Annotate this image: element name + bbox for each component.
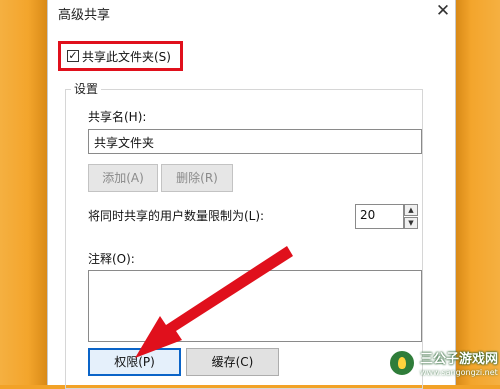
- permissions-button[interactable]: 权限(P): [88, 348, 181, 376]
- watermark: 三公子游戏网 www.sangongzi.net: [388, 347, 499, 383]
- watermark-name: 三公子游戏网: [420, 352, 499, 367]
- share-folder-checkbox[interactable]: ✓: [67, 50, 79, 62]
- title-bar: 高级共享 ✕: [48, 0, 455, 26]
- comment-textarea[interactable]: [88, 270, 422, 342]
- watermark-logo-icon: [388, 349, 416, 377]
- remove-button[interactable]: 删除(R): [161, 164, 233, 192]
- close-icon[interactable]: ✕: [431, 0, 455, 24]
- user-limit-stepper[interactable]: 20 ▲ ▼: [355, 204, 418, 229]
- stepper-up-icon[interactable]: ▲: [404, 204, 418, 216]
- user-limit-field[interactable]: 20: [355, 204, 404, 229]
- stepper-down-icon[interactable]: ▼: [404, 217, 418, 229]
- dialog-title: 高级共享: [58, 8, 111, 23]
- watermark-url: www.sangongzi.net: [420, 368, 498, 377]
- share-name-label: 共享名(H):: [88, 110, 147, 124]
- comment-label: 注释(O):: [88, 252, 135, 266]
- share-folder-label[interactable]: 共享此文件夹(S): [82, 48, 171, 65]
- share-name-input[interactable]: 共享文件夹: [88, 129, 422, 154]
- advanced-sharing-dialog: 高级共享 ✕ ✓ 共享此文件夹(S) 设置 共享名(H): 共享文件夹 添加(A…: [47, 0, 456, 389]
- share-folder-highlight: ✓ 共享此文件夹(S): [58, 41, 183, 71]
- desktop-background-right: [456, 0, 500, 385]
- settings-legend: 设置: [71, 80, 102, 97]
- caching-button[interactable]: 缓存(C): [186, 348, 279, 376]
- desktop-background-left: [0, 0, 47, 385]
- add-button[interactable]: 添加(A): [88, 164, 158, 192]
- user-limit-label: 将同时共享的用户数量限制为(L):: [88, 209, 265, 223]
